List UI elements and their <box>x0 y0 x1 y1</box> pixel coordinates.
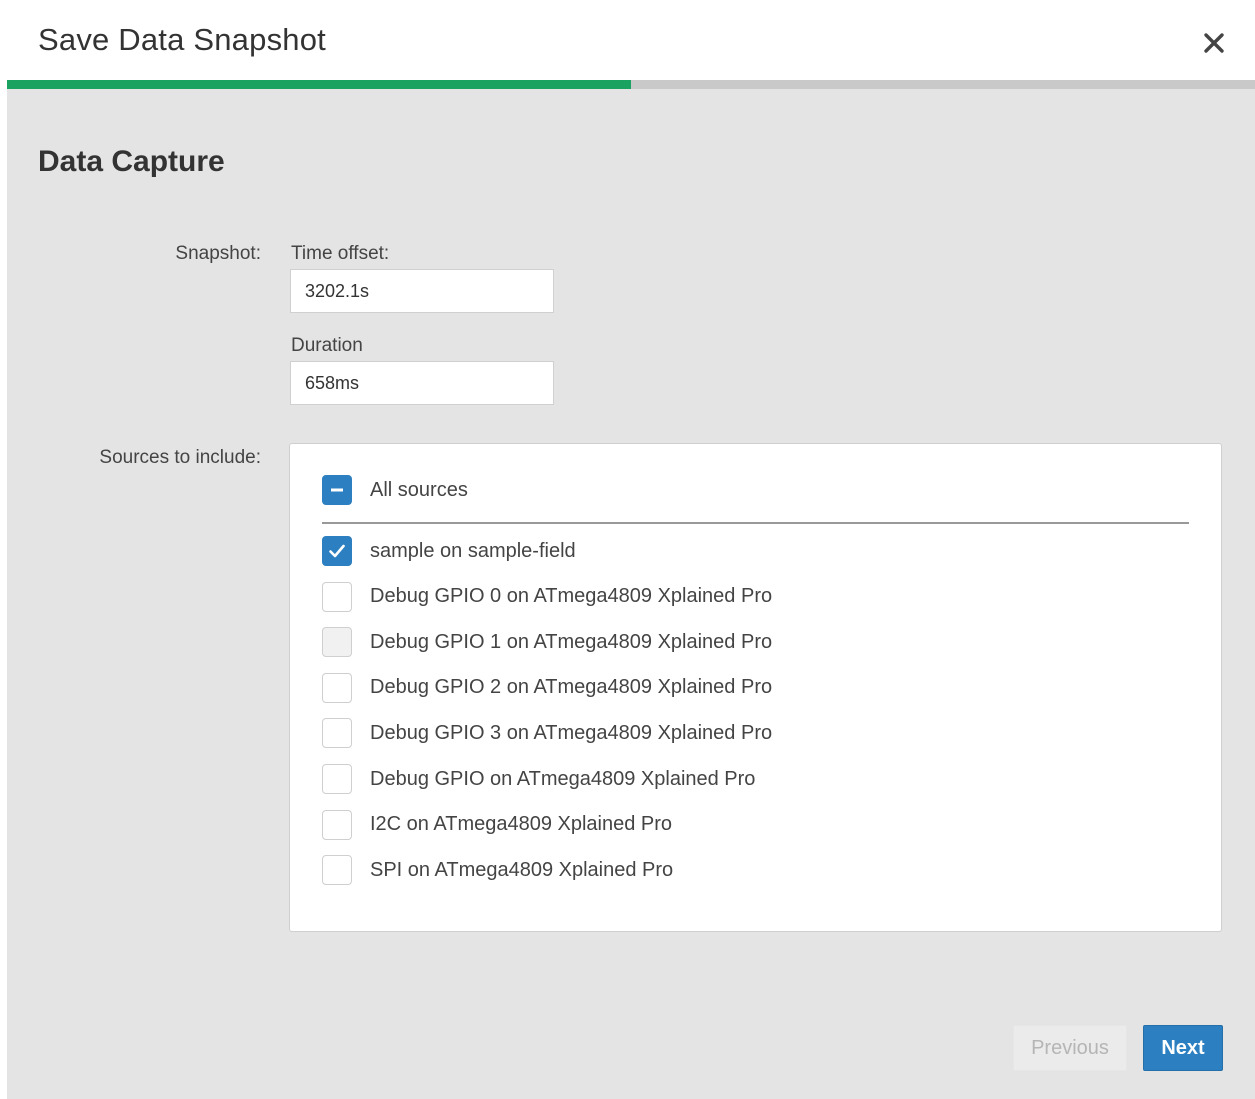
all-sources-label: All sources <box>370 478 468 501</box>
source-checkbox[interactable] <box>322 855 352 886</box>
source-label: Debug GPIO 1 on ATmega4809 Xplained Pro <box>370 630 773 653</box>
source-checkbox[interactable] <box>322 627 352 658</box>
time-offset-label: Time offset: <box>291 243 390 264</box>
source-checkbox-row[interactable]: Debug GPIO 3 on ATmega4809 Xplained Pro <box>322 717 772 749</box>
source-checkbox[interactable] <box>322 764 352 794</box>
source-label: Debug GPIO 2 on ATmega4809 Xplained Pro <box>370 676 773 699</box>
previous-button[interactable]: Previous <box>1013 1025 1127 1071</box>
source-label: I2C on ATmega4809 Xplained Pro <box>370 813 673 836</box>
source-label: Debug GPIO 0 on ATmega4809 Xplained Pro <box>370 585 773 608</box>
sources-panel: All sources sample on sample-field Debug … <box>289 443 1222 932</box>
source-checkbox-row[interactable]: I2C on ATmega4809 Xplained Pro <box>322 809 672 841</box>
checkmark-icon <box>329 544 345 558</box>
source-checkbox-row[interactable]: sample on sample-field <box>322 535 576 567</box>
source-label: SPI on ATmega4809 Xplained Pro <box>370 858 674 881</box>
sources-divider <box>322 522 1189 524</box>
all-sources-checkbox[interactable] <box>322 475 352 505</box>
source-checkbox[interactable] <box>322 536 352 566</box>
source-checkbox[interactable] <box>322 809 352 840</box>
indeterminate-dash-icon <box>331 488 343 492</box>
wizard-progress-bar <box>7 80 1255 89</box>
dialog-header: Save Data Snapshot <box>0 0 1255 80</box>
snapshot-label: Snapshot: <box>175 243 261 264</box>
source-label: Debug GPIO on ATmega4809 Xplained Pro <box>370 767 756 790</box>
wizard-progress-fill <box>7 80 631 89</box>
dialog-title: Save Data Snapshot <box>38 22 326 57</box>
all-sources-checkbox-row[interactable]: All sources <box>322 474 468 506</box>
save-snapshot-dialog: Save Data Snapshot Data Capture Snapshot… <box>0 0 1255 1099</box>
source-checkbox-row[interactable]: Debug GPIO on ATmega4809 Xplained Pro <box>322 763 755 795</box>
next-button[interactable]: Next <box>1143 1025 1223 1071</box>
source-label: sample on sample-field <box>370 539 576 562</box>
source-checkbox[interactable] <box>322 672 352 703</box>
sources-label: Sources to include: <box>99 447 261 468</box>
source-checkbox[interactable] <box>322 581 352 612</box>
dialog-body: Data Capture Snapshot: Time offset: Dura… <box>7 89 1255 1099</box>
source-checkbox[interactable] <box>322 718 352 749</box>
close-button[interactable] <box>1197 26 1231 60</box>
time-offset-input[interactable] <box>290 269 554 313</box>
source-checkbox-row[interactable]: Debug GPIO 1 on ATmega4809 Xplained Pro <box>322 626 772 658</box>
source-checkbox-row[interactable]: SPI on ATmega4809 Xplained Pro <box>322 854 673 886</box>
duration-input[interactable] <box>290 361 554 405</box>
source-checkbox-row[interactable]: Debug GPIO 2 on ATmega4809 Xplained Pro <box>322 672 772 704</box>
duration-label: Duration <box>291 335 363 356</box>
close-icon <box>1204 33 1224 53</box>
source-checkbox-row[interactable]: Debug GPIO 0 on ATmega4809 Xplained Pro <box>322 581 772 613</box>
section-title: Data Capture <box>38 145 225 178</box>
source-label: Debug GPIO 3 on ATmega4809 Xplained Pro <box>370 721 773 744</box>
